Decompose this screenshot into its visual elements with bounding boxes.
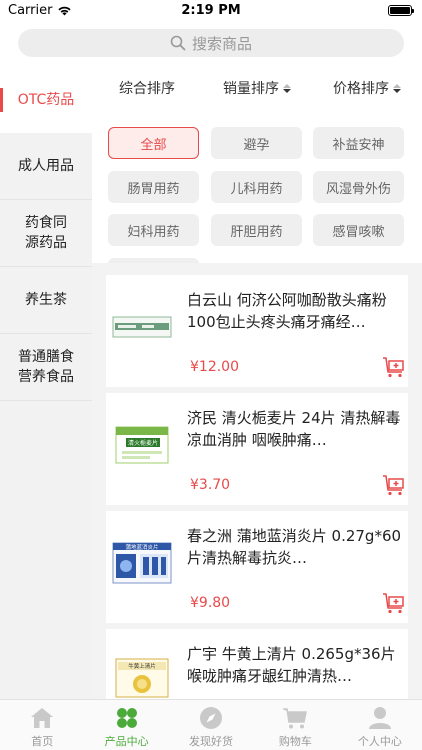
- status-bar: Carrier 2:19 PM: [0, 0, 422, 22]
- filter-tag[interactable]: 补益安神: [313, 127, 404, 159]
- product-list: 白云山 何济公阿咖酚散头痛粉100包止头疼头痛牙痛经… ¥12.00 清火栀麦片…: [92, 269, 422, 699]
- tab-label: 个人中心: [357, 735, 402, 748]
- filter-tag[interactable]: 肠胃用药: [108, 171, 199, 203]
- sidebar-item-nutrition[interactable]: 普通膳食营养食品: [0, 334, 92, 401]
- tab-profile[interactable]: 个人中心: [338, 700, 422, 750]
- filter-tag[interactable]: 儿科用药: [211, 171, 302, 203]
- tab-label: 产品中心: [104, 735, 149, 748]
- product-image: 清火栀麦片: [112, 413, 172, 477]
- compass-icon: [200, 707, 223, 729]
- add-to-cart-icon[interactable]: [382, 355, 406, 379]
- user-icon: [368, 707, 391, 729]
- home-icon: [31, 708, 54, 728]
- sidebar-item-label: 药食同源药品: [25, 215, 67, 251]
- sort-sales[interactable]: 销量排序: [202, 78, 312, 98]
- product-image: [112, 295, 172, 359]
- sidebar-item-adult[interactable]: 成人用品: [0, 133, 92, 200]
- filter-tag[interactable]: 感冒咳嗽: [313, 214, 404, 246]
- product-title: 白云山 何济公阿咖酚散头痛粉100包止头疼头痛牙痛经…: [187, 291, 387, 331]
- sort-price[interactable]: 价格排序: [312, 78, 422, 98]
- product-title: 济民 清火栀麦片 24片 清热解毒 凉血消肿 咽喉肿痛…: [187, 409, 401, 449]
- tab-products[interactable]: 产品中心: [84, 700, 168, 750]
- sort-arrows-icon: [283, 83, 291, 93]
- search-placeholder: 搜索商品: [191, 34, 252, 53]
- product-image: 蒲地蓝消炎片: [112, 531, 172, 595]
- add-to-cart-icon[interactable]: [382, 591, 406, 615]
- sidebar-item-label: OTC药品: [17, 92, 75, 108]
- battery-icon: [388, 5, 414, 16]
- product-price: ¥12.00: [190, 359, 239, 375]
- filter-tags: 全部 避孕 补益安神 肠胃用药 儿科用药 风湿骨外伤 妇科用药 肝胆用药 感冒咳…: [92, 117, 422, 263]
- tab-home[interactable]: 首页: [0, 700, 84, 750]
- tab-discover[interactable]: 发现好货: [169, 700, 253, 750]
- sort-label: 价格排序: [333, 81, 389, 97]
- product-card[interactable]: 牛黄上清片 广宇 牛黄上清片 0.265g*36片喉咙肿痛牙龈红肿清热…: [106, 629, 408, 699]
- filter-tag-all[interactable]: 全部: [108, 127, 199, 159]
- search-input[interactable]: 搜索商品: [18, 29, 404, 57]
- product-image: 牛黄上清片: [112, 645, 172, 699]
- sort-label: 综合排序: [119, 81, 175, 97]
- product-image-label: 清火栀麦片: [128, 439, 158, 447]
- product-price: ¥3.70: [190, 477, 231, 493]
- sort-comprehensive[interactable]: 综合排序: [92, 78, 202, 98]
- sidebar-item-otc[interactable]: OTC药品: [0, 67, 92, 133]
- category-sidebar: OTC药品 成人用品 药食同源药品 养生茶 普通膳食营养食品: [0, 67, 92, 699]
- tab-label: 发现好货: [189, 735, 234, 748]
- filter-tag[interactable]: 妇科用药: [108, 214, 199, 246]
- sort-arrows-icon: [393, 83, 401, 93]
- product-price: ¥9.80: [190, 595, 231, 611]
- product-card[interactable]: 蒲地蓝消炎片 春之洲 蒲地蓝消炎片 0.27g*60片清热解毒抗炎… ¥9.80: [106, 511, 408, 623]
- tab-cart[interactable]: 购物车: [253, 700, 337, 750]
- cart-icon: [283, 708, 308, 729]
- tab-label: 购物车: [278, 735, 312, 748]
- add-to-cart-icon[interactable]: [382, 473, 406, 497]
- filter-tag[interactable]: 风湿骨外伤: [313, 171, 404, 203]
- sidebar-item-label: 养生茶: [25, 292, 67, 308]
- product-card[interactable]: 白云山 何济公阿咖酚散头痛粉100包止头疼头痛牙痛经… ¥12.00: [106, 275, 408, 387]
- sidebar-item-label: 普通膳食营养食品: [18, 349, 74, 385]
- sidebar-item-tea[interactable]: 养生茶: [0, 267, 92, 334]
- tab-label: 首页: [31, 735, 54, 748]
- filter-tag[interactable]: 避孕: [211, 127, 302, 159]
- sort-label: 销量排序: [223, 81, 279, 97]
- clock: 2:19 PM: [181, 3, 241, 18]
- product-card[interactable]: 清火栀麦片 济民 清火栀麦片 24片 清热解毒 凉血消肿 咽喉肿痛… ¥3.70: [106, 393, 408, 505]
- filter-tag[interactable]: 肝胆用药: [211, 214, 302, 246]
- product-title: 广宇 牛黄上清片 0.265g*36片喉咙肿痛牙龈红肿清热…: [187, 645, 396, 685]
- tab-bar: 首页 产品中心 发现好货 购物车 个人中心: [0, 699, 422, 750]
- product-image-label: 牛黄上清片: [128, 662, 156, 670]
- grid-icon: [116, 708, 137, 728]
- sidebar-item-label: 成人用品: [18, 158, 74, 174]
- product-image-label: 蒲地蓝消炎片: [125, 543, 158, 551]
- product-title: 春之洲 蒲地蓝消炎片 0.27g*60片清热解毒抗炎…: [187, 527, 402, 567]
- sort-bar: 综合排序 销量排序 价格排序: [92, 67, 422, 109]
- sidebar-item-food-medicine[interactable]: 药食同源药品: [0, 200, 92, 267]
- search-icon: [170, 35, 186, 51]
